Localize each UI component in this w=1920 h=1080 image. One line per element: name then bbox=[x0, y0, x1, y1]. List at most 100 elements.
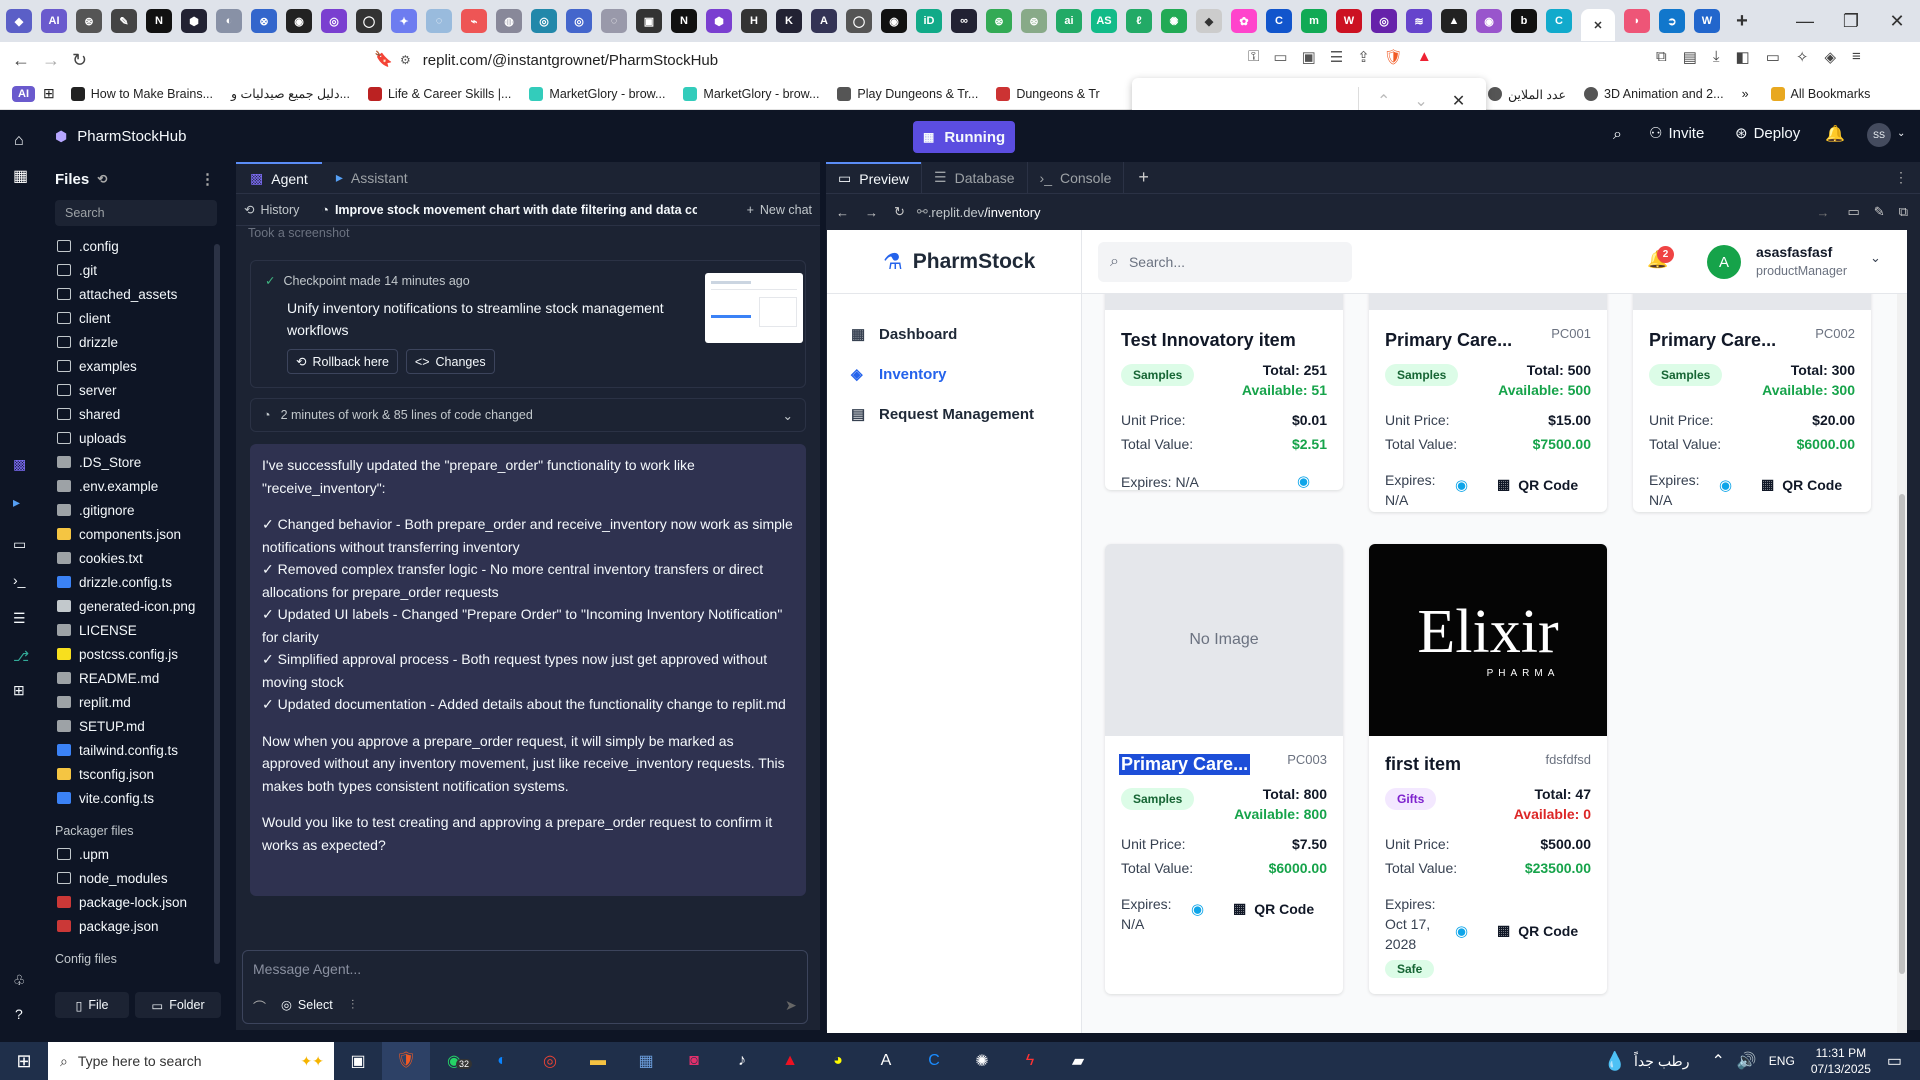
file-tree-item[interactable]: package.json bbox=[45, 914, 223, 938]
open-new-tab-icon[interactable]: ⧉ bbox=[1899, 204, 1908, 220]
database-icon[interactable]: ☰ bbox=[13, 610, 26, 627]
view-eye-icon[interactable]: ◉ bbox=[1719, 476, 1732, 494]
reload-icon[interactable]: ↻ bbox=[894, 204, 905, 220]
file-tree-item[interactable]: package-lock.json bbox=[45, 890, 223, 914]
file-tree-item[interactable]: LICENSE bbox=[45, 618, 223, 642]
deploy-button[interactable]: ⊛ Deploy bbox=[1735, 124, 1800, 143]
tab-favicon[interactable]: W bbox=[1694, 9, 1720, 33]
maximize-icon[interactable]: ❐ bbox=[1828, 11, 1874, 32]
close-window-icon[interactable]: ✕ bbox=[1874, 11, 1920, 32]
git-icon[interactable]: ⎇ bbox=[13, 648, 29, 665]
file-tree-item[interactable]: drizzle bbox=[45, 330, 223, 354]
history-icon[interactable]: ⟲ bbox=[97, 172, 107, 186]
files-menu-icon[interactable]: ⋮ bbox=[200, 170, 215, 188]
tab-favicon[interactable]: ◯ bbox=[846, 9, 872, 33]
panel-menu-icon[interactable]: ⋮ bbox=[1894, 169, 1908, 186]
tab-favicon[interactable]: ⊛ bbox=[1021, 9, 1047, 33]
tab-favicon[interactable]: ◎ bbox=[321, 9, 347, 33]
checkpoint-thumbnail[interactable] bbox=[705, 273, 803, 343]
tab-favicon[interactable]: ∞ bbox=[951, 9, 977, 33]
file-tree-item[interactable]: .DS_Store bbox=[45, 450, 223, 474]
a-app-taskbar-icon[interactable]: A bbox=[862, 1052, 910, 1070]
tab-favicon[interactable]: ⬢ bbox=[181, 9, 207, 33]
weather-icon[interactable]: 💧 bbox=[1604, 1051, 1626, 1072]
language-indicator[interactable]: ENG bbox=[1769, 1054, 1795, 1068]
media-icon[interactable]: ▤ bbox=[1683, 48, 1697, 66]
find-prev-icon[interactable]: ⌃ bbox=[1377, 91, 1390, 111]
avatar[interactable]: SS bbox=[1867, 123, 1891, 147]
reload-icon[interactable]: ↻ bbox=[72, 50, 87, 71]
devices-icon[interactable]: ▭ bbox=[1848, 204, 1860, 220]
tab-favicon[interactable]: ◎ bbox=[566, 9, 592, 33]
notifications-icon[interactable]: 🔔 bbox=[1825, 124, 1845, 144]
file-tree-item[interactable]: shared bbox=[45, 402, 223, 426]
acrobat-taskbar-icon[interactable]: ▲ bbox=[766, 1052, 814, 1070]
leo-icon[interactable]: ✧ bbox=[1796, 48, 1809, 66]
taskbar-search-input[interactable]: ⌕ Type here to search ✦✦ bbox=[48, 1042, 334, 1080]
send-icon[interactable]: ➤ bbox=[785, 997, 797, 1014]
files-search-input[interactable]: Search bbox=[55, 200, 217, 226]
qr-code-button[interactable]: ▦ QR Code bbox=[1761, 476, 1842, 493]
notification-center-icon[interactable]: ▭ bbox=[1887, 1051, 1902, 1071]
tab-favicon[interactable]: ◉ bbox=[1476, 9, 1502, 33]
windows-start-icon[interactable]: ⊞ bbox=[0, 1051, 48, 1072]
new-chat-button[interactable]: + New chat bbox=[747, 203, 812, 217]
chatgpt-taskbar-icon[interactable]: ✺ bbox=[958, 1051, 1006, 1071]
file-tree-icon[interactable]: ▦ bbox=[13, 166, 28, 186]
go-icon[interactable]: → bbox=[1817, 205, 1830, 220]
invite-button[interactable]: ⚇ Invite bbox=[1649, 124, 1704, 143]
file-tree-item[interactable]: postcss.config.js bbox=[45, 642, 223, 666]
file-tree-item[interactable]: cookies.txt bbox=[45, 546, 223, 570]
back-icon[interactable]: ← bbox=[12, 50, 30, 71]
site-info-icon[interactable]: ⚙ bbox=[400, 53, 411, 67]
tab-favicon[interactable]: A bbox=[811, 9, 837, 33]
file-tree-item[interactable]: README.md bbox=[45, 666, 223, 690]
tab-favicon[interactable]: ✎ bbox=[111, 9, 137, 33]
assistant-icon[interactable]: ▸ bbox=[13, 494, 20, 511]
tab-favicon[interactable]: iD bbox=[916, 9, 942, 33]
tab-favicon[interactable]: ▲ bbox=[1441, 9, 1467, 33]
explorer-taskbar-icon[interactable]: ▬ bbox=[574, 1052, 622, 1070]
tab-favicon[interactable]: ◐ bbox=[216, 9, 242, 33]
brave-shield-icon[interactable]: 🛡 bbox=[1384, 48, 1403, 66]
brave-taskbar-icon[interactable]: 🛡 bbox=[382, 1042, 430, 1080]
bookmark-item[interactable]: عدد الملاين bbox=[1488, 87, 1566, 102]
select-button[interactable]: ◎ Select bbox=[281, 997, 333, 1013]
tab-favicon[interactable]: ⌁ bbox=[461, 9, 487, 33]
qr-code-button[interactable]: ▦ QR Code bbox=[1497, 922, 1578, 939]
help-badge-icon[interactable]: ♧ bbox=[13, 972, 26, 989]
files-scrollbar[interactable] bbox=[214, 244, 220, 964]
more-bookmarks-icon[interactable]: » bbox=[1742, 87, 1749, 101]
file-tree-item[interactable]: uploads bbox=[45, 426, 223, 450]
tab-favicon[interactable]: ✦ bbox=[391, 9, 417, 33]
file-tree-item[interactable]: client bbox=[45, 306, 223, 330]
share-icon[interactable]: ⇪ bbox=[1357, 48, 1370, 66]
nav-inventory[interactable]: ◈ Inventory bbox=[851, 354, 1081, 394]
whatsapp-taskbar-icon[interactable]: ◉ 32 bbox=[430, 1051, 478, 1071]
tab-favicon[interactable]: W bbox=[1336, 9, 1362, 33]
project-name[interactable]: PharmStockHub bbox=[77, 128, 186, 145]
menu-icon[interactable]: ≡ bbox=[1852, 48, 1861, 66]
tab-favicon[interactable]: ◆ bbox=[6, 9, 32, 33]
tab-favicon[interactable]: AS bbox=[1091, 9, 1117, 33]
tab-favicon[interactable]: ◎ bbox=[531, 9, 557, 33]
tab-favicon[interactable]: ◯ bbox=[356, 9, 382, 33]
file-tree-item[interactable]: .git bbox=[45, 258, 223, 282]
tab-database[interactable]: ☰ Database bbox=[921, 162, 1027, 193]
task-view-icon[interactable]: ▣ bbox=[334, 1051, 382, 1071]
file-tree-item[interactable]: .upm bbox=[45, 842, 223, 866]
file-tree-item[interactable]: vite.config.ts bbox=[45, 786, 223, 810]
tab-favicon[interactable]: C bbox=[1266, 9, 1292, 33]
app-search-input[interactable]: ⌕ Search... bbox=[1098, 242, 1352, 282]
run-status-button[interactable]: ▦ Running bbox=[913, 121, 1016, 153]
tab-assistant[interactable]: ▸ Assistant bbox=[322, 162, 422, 193]
volume-icon[interactable]: 🔊 bbox=[1737, 1051, 1757, 1071]
c-app-taskbar-icon[interactable]: C bbox=[910, 1052, 958, 1070]
file-tree-item[interactable]: .config bbox=[45, 234, 223, 258]
clock[interactable]: 11:31 PM 07/13/2025 bbox=[1811, 1045, 1871, 1077]
screenshot-icon[interactable]: ▣ bbox=[1302, 48, 1316, 66]
tab-favicon[interactable]: N bbox=[146, 9, 172, 33]
chat-title[interactable]: ◔ Improve stock movement chart with date … bbox=[321, 203, 697, 217]
attach-icon[interactable]: ⌒ bbox=[253, 997, 266, 1016]
reader-icon[interactable]: ☰ bbox=[1330, 48, 1343, 66]
